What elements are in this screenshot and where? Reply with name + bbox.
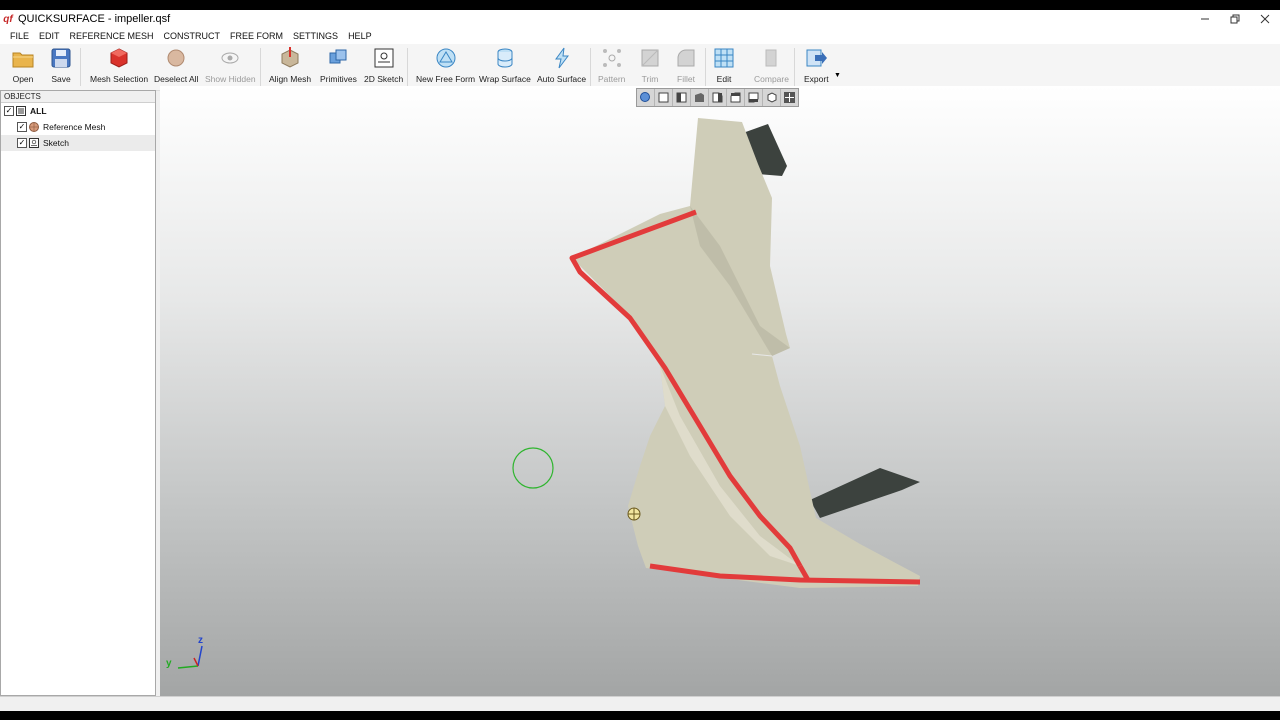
folder-icon [12,47,34,69]
pattern-icon [601,47,623,69]
menu-help[interactable]: HELP [343,28,377,44]
restore-icon[interactable] [1220,10,1250,28]
view-top-icon[interactable] [727,89,745,106]
objects-panel: OBJECTS ✓ ALL ✓ Reference Mesh ✓ Sketch [0,90,156,696]
align-mesh-icon [279,47,301,69]
deselect-icon [165,47,187,69]
compare-icon [760,47,782,69]
menu-file[interactable]: FILE [5,28,34,44]
minimize-icon[interactable] [1190,10,1220,28]
view-right-icon[interactable] [709,89,727,106]
align-mesh-button[interactable]: Align Mesh [269,47,311,89]
view-back-icon[interactable] [673,89,691,106]
fillet-button[interactable]: Fillet [675,47,697,89]
sketch-icon [29,138,39,148]
wrap-surface-button[interactable]: Wrap Surface [479,47,531,89]
free-form-icon [435,47,457,69]
deselect-all-button[interactable]: Deselect All [154,47,198,89]
view-toolbar [636,88,799,107]
view-front-icon[interactable] [655,89,673,106]
2d-sketch-button[interactable]: 2D Sketch [364,47,403,89]
toolbar-separator [705,48,706,86]
edit-grid-icon [713,47,735,69]
view-iso-icon[interactable] [763,89,781,106]
close-icon[interactable] [1250,10,1280,28]
wrap-surface-icon [494,47,516,69]
axis-z-label: z [198,635,203,646]
view-rotate-icon[interactable] [781,89,798,106]
list-icon [16,106,26,116]
export-icon [805,47,828,69]
toolbar-separator [80,48,81,86]
toolbar-separator [260,48,261,86]
view-bottom-icon[interactable] [745,89,763,106]
tree-item-all[interactable]: ✓ ALL [1,103,155,119]
eye-icon [219,47,241,69]
save-button[interactable]: Save [50,47,72,89]
menu-settings[interactable]: SETTINGS [288,28,343,44]
window-title: QUICKSURFACE - impeller.qsf [18,13,171,25]
toolbar-separator [407,48,408,86]
tree-item-reference-mesh[interactable]: ✓ Reference Mesh [1,119,155,135]
pan-cursor-icon [627,507,641,521]
open-button[interactable]: Open [12,47,34,89]
mesh-icon [29,122,39,132]
objects-panel-header: OBJECTS [1,91,155,103]
mesh-selection-icon [108,47,130,69]
axis-y-label: y [166,658,172,669]
app-logo: qf [3,13,13,25]
export-dropdown-icon[interactable]: ▼ [834,72,841,79]
3d-viewport[interactable]: z y [160,86,1280,696]
status-bar [0,696,1280,711]
fillet-icon [675,47,697,69]
show-hidden-button[interactable]: Show Hidden [205,47,256,89]
view-left-icon[interactable] [691,89,709,106]
tree-item-label: Reference Mesh [43,122,106,132]
trim-icon [639,47,661,69]
tree-item-label: Sketch [43,138,69,148]
tree-item-sketch[interactable]: ✓ Sketch [1,135,155,151]
zoom-fit-icon[interactable] [637,89,655,106]
edit-button[interactable]: Edit [713,47,735,89]
axis-triad [177,645,203,669]
impeller-mesh[interactable] [160,86,1280,696]
toolbar-separator [794,48,795,86]
checkbox-reference-mesh[interactable]: ✓ [17,122,27,132]
menu-edit[interactable]: EDIT [34,28,65,44]
menu-reference-mesh[interactable]: REFERENCE MESH [65,28,159,44]
mesh-dark-patch-lower [810,468,920,518]
primitives-button[interactable]: Primitives [320,47,357,89]
auto-surface-button[interactable]: Auto Surface [537,47,586,89]
checkbox-sketch[interactable]: ✓ [17,138,27,148]
auto-surface-icon [551,47,573,69]
tree-item-label: ALL [30,106,47,116]
window-controls [1190,10,1280,28]
toolbar-separator [590,48,591,86]
app-window: qf QUICKSURFACE - impeller.qsf FILE EDIT… [0,10,1280,711]
mesh-body [572,118,920,588]
sketch-icon [373,47,395,69]
mesh-selection-button[interactable]: Mesh Selection [90,47,148,89]
selection-circle-cursor [512,447,554,489]
primitives-icon [327,47,349,69]
floppy-disk-icon [50,47,72,69]
main-toolbar: Open Save Mesh Selection Deselect All Sh… [0,44,1280,91]
menu-construct[interactable]: CONSTRUCT [159,28,226,44]
menu-bar: FILE EDIT REFERENCE MESH CONSTRUCT FREE … [0,28,1280,44]
compare-button[interactable]: Compare [754,47,789,89]
export-button[interactable]: Export [804,47,829,89]
trim-button[interactable]: Trim [639,47,661,89]
checkbox-all[interactable]: ✓ [4,106,14,116]
pattern-button[interactable]: Pattern [598,47,625,89]
menu-free-form[interactable]: FREE FORM [225,28,288,44]
new-free-form-button[interactable]: New Free Form [416,47,475,89]
title-bar: qf QUICKSURFACE - impeller.qsf [0,10,1280,28]
